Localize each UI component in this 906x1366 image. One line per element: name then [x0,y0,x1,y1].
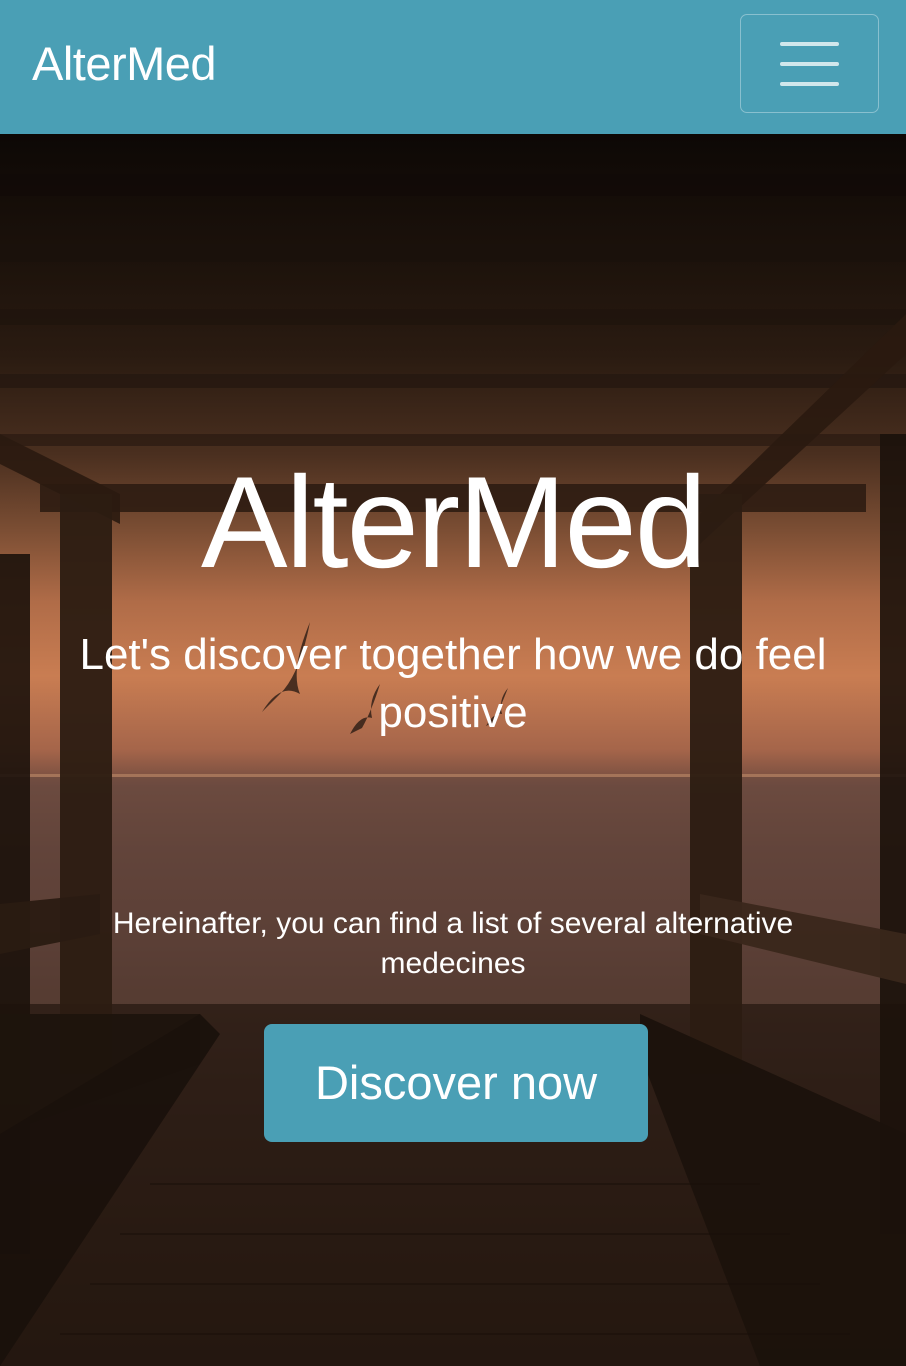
hero-subtitle: Let's discover together how we do feel p… [79,630,827,737]
hero-description: Hereinafter, you can find a list of seve… [112,907,794,980]
hero-section: AlterMed Let's discover together how we … [0,134,906,1366]
hamburger-menu-icon [780,62,839,66]
hero-title: AlterMed [200,449,707,595]
hamburger-menu-icon [780,42,839,46]
navbar: AlterMed [0,0,906,134]
discover-now-button[interactable]: Discover now [264,1024,648,1142]
navbar-brand[interactable]: AlterMed [32,36,217,92]
navbar-toggler-button[interactable] [740,14,879,113]
hero-content: AlterMed Let's discover together how we … [0,134,906,1366]
hamburger-menu-icon [780,82,839,86]
